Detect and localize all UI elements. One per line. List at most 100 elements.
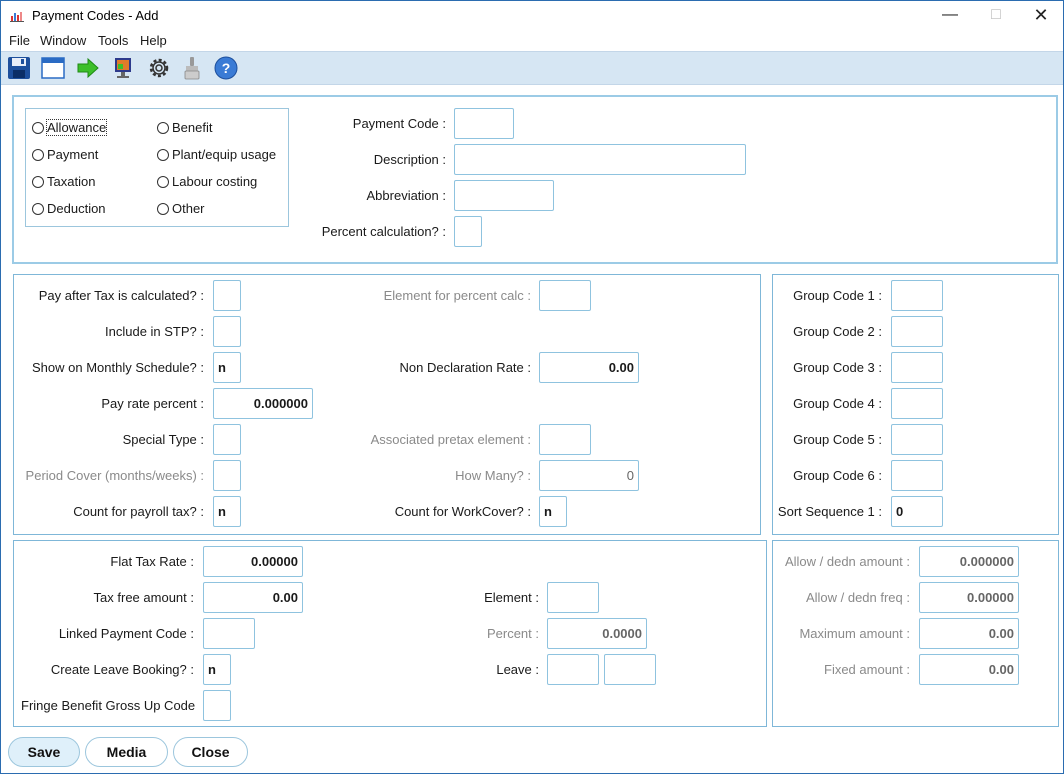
linked-payment-code-field[interactable]: [203, 618, 255, 649]
fixed-amount-field[interactable]: 0.00: [919, 654, 1019, 685]
special-type-label: Special Type :: [122, 432, 204, 447]
arrow-right-icon[interactable]: [75, 55, 101, 81]
count-payroll-tax-label: Count for payroll tax? :: [73, 504, 204, 519]
radio-labour[interactable]: Labour costing: [157, 174, 257, 189]
close-button[interactable]: Close: [173, 737, 248, 767]
allow-amount-label: Allow / dedn amount :: [784, 554, 910, 569]
radio-allowance[interactable]: Allowance: [32, 119, 108, 136]
special-type-field[interactable]: [213, 424, 241, 455]
title-bar: Payment Codes - Add — □ ✕: [1, 1, 1063, 31]
count-payroll-tax-field[interactable]: n: [213, 496, 241, 527]
leave-label: Leave :: [496, 662, 539, 677]
app-icon: [10, 12, 24, 22]
save-icon[interactable]: [6, 55, 32, 81]
flat-tax-rate-label: Flat Tax Rate :: [110, 554, 194, 569]
leave-field-2[interactable]: [604, 654, 656, 685]
group-code-2-field[interactable]: [891, 316, 943, 347]
radio-button[interactable]: [32, 176, 44, 188]
radio-button[interactable]: [157, 176, 169, 188]
associated-pretax-field[interactable]: [539, 424, 591, 455]
radio-button[interactable]: [32, 203, 44, 215]
minimize-button[interactable]: —: [934, 5, 966, 27]
fringe-benefit-label: Fringe Benefit Gross Up Code: [21, 698, 196, 713]
allow-freq-label: Allow / dedn freq :: [805, 590, 910, 605]
group-code-6-field[interactable]: [891, 460, 943, 491]
linked-payment-code-label: Linked Payment Code :: [58, 626, 194, 641]
group-code-6-label: Group Code 6 :: [793, 468, 882, 483]
non-declaration-rate-field[interactable]: 0.00: [539, 352, 639, 383]
count-workcover-field[interactable]: n: [539, 496, 567, 527]
tax-free-amount-label: Tax free amount :: [93, 590, 194, 605]
group-code-1-label: Group Code 1 :: [793, 288, 882, 303]
menu-help[interactable]: Help: [140, 33, 167, 48]
group-code-4-field[interactable]: [891, 388, 943, 419]
radio-taxation[interactable]: Taxation: [32, 174, 95, 189]
flat-tax-rate-field[interactable]: 0.00000: [203, 546, 303, 577]
element-percent-calc-field[interactable]: [539, 280, 591, 311]
gear-icon[interactable]: [146, 55, 172, 81]
description-field[interactable]: [454, 144, 746, 175]
fringe-benefit-field[interactable]: [203, 690, 231, 721]
window-icon[interactable]: [40, 55, 66, 81]
group-code-5-label: Group Code 5 :: [793, 432, 882, 447]
create-leave-booking-field[interactable]: n: [203, 654, 231, 685]
menu-bar: File Window Tools Help: [1, 31, 1063, 51]
include-stp-field[interactable]: [213, 316, 241, 347]
include-stp-label: Include in STP? :: [105, 324, 204, 339]
element-percent-calc-label: Element for percent calc :: [383, 288, 531, 303]
radio-other[interactable]: Other: [157, 201, 205, 216]
group-code-3-label: Group Code 3 :: [793, 360, 882, 375]
pay-after-tax-field[interactable]: [213, 280, 241, 311]
maximum-amount-field[interactable]: 0.00: [919, 618, 1019, 649]
menu-tools[interactable]: Tools: [98, 33, 128, 48]
media-button[interactable]: Media: [85, 737, 168, 767]
group-code-5-field[interactable]: [891, 424, 943, 455]
maximize-button[interactable]: □: [980, 5, 1012, 27]
percent-calc-field[interactable]: [454, 216, 482, 247]
radio-label: Other: [172, 201, 205, 216]
maximum-amount-label: Maximum amount :: [799, 626, 910, 641]
how-many-field[interactable]: 0: [539, 460, 639, 491]
percent-field[interactable]: 0.0000: [547, 618, 647, 649]
radio-plant[interactable]: Plant/equip usage: [157, 147, 276, 162]
pay-rate-percent-field[interactable]: 0.000000: [213, 388, 313, 419]
radio-deduction[interactable]: Deduction: [32, 201, 106, 216]
group-code-3-field[interactable]: [891, 352, 943, 383]
abbreviation-label: Abbreviation :: [366, 188, 447, 203]
menu-window[interactable]: Window: [40, 33, 86, 48]
show-monthly-field[interactable]: n: [213, 352, 241, 383]
radio-label: Plant/equip usage: [172, 147, 277, 162]
monitor-icon[interactable]: [111, 55, 137, 81]
pay-rate-percent-label: Pay rate percent :: [101, 396, 204, 411]
abbreviation-field[interactable]: [454, 180, 554, 211]
show-monthly-label: Show on Monthly Schedule? :: [32, 360, 204, 375]
percent-calc-label: Percent calculation? :: [321, 224, 446, 239]
sort-sequence-1-field[interactable]: 0: [891, 496, 943, 527]
group-code-1-field[interactable]: [891, 280, 943, 311]
menu-file[interactable]: File: [9, 33, 30, 48]
allow-amount-field[interactable]: 0.000000: [919, 546, 1019, 577]
close-window-button[interactable]: ✕: [1025, 5, 1057, 27]
fixed-amount-label: Fixed amount :: [824, 662, 910, 677]
payment-code-field[interactable]: [454, 108, 514, 139]
tax-free-amount-field[interactable]: 0.00: [203, 582, 303, 613]
period-cover-field[interactable]: [213, 460, 241, 491]
create-leave-booking-label: Create Leave Booking? :: [50, 662, 194, 677]
help-icon[interactable]: ?: [213, 55, 239, 81]
radio-benefit[interactable]: Benefit: [157, 120, 212, 135]
allow-freq-field[interactable]: 0.00000: [919, 582, 1019, 613]
save-button[interactable]: Save: [8, 737, 80, 767]
brush-icon[interactable]: [179, 55, 205, 81]
description-label: Description :: [373, 152, 446, 167]
leave-field-1[interactable]: [547, 654, 599, 685]
radio-button[interactable]: [157, 203, 169, 215]
element-field[interactable]: [547, 582, 599, 613]
radio-button[interactable]: [32, 122, 44, 134]
toolbar: ?: [1, 51, 1063, 85]
radio-button[interactable]: [157, 149, 169, 161]
radio-button[interactable]: [157, 122, 169, 134]
radio-label: Allowance: [45, 119, 108, 136]
payment-codes-window: Payment Codes - Add — □ ✕ File Window To…: [0, 0, 1064, 774]
radio-button[interactable]: [32, 149, 44, 161]
radio-payment[interactable]: Payment: [32, 147, 98, 162]
